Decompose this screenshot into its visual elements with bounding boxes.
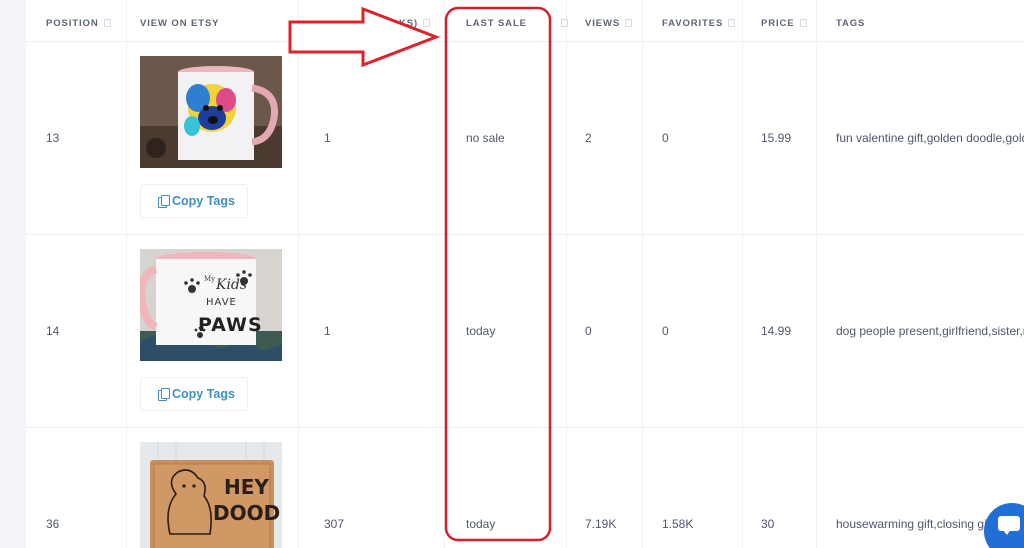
column-header-position[interactable]: POSITION <box>46 18 111 29</box>
mug-kids-paws-image: My Kids HAVE PAWS <box>140 249 282 361</box>
copy-icon <box>158 388 170 401</box>
sort-icon[interactable] <box>423 19 431 27</box>
price-cell: 30 <box>761 517 775 531</box>
column-header-tags: TAGS <box>836 18 866 29</box>
chat-bubble-icon <box>998 516 1020 535</box>
partial-column-cell: 307 <box>324 517 345 531</box>
column-header-favorites[interactable]: FAVORITES <box>662 18 736 29</box>
partial-column-cell: 1 <box>324 131 331 145</box>
views-cell: 7.19K <box>585 517 617 531</box>
position-cell: 14 <box>46 324 60 338</box>
image-text: DOOD <box>213 501 280 525</box>
listing-thumbnail[interactable]: My Kids HAVE PAWS <box>140 249 282 361</box>
table-header: POSITION VIEW ON ETSY KS) LAST SALE VIEW… <box>26 0 1024 42</box>
page-gutter <box>0 0 26 548</box>
image-text: PAWS <box>198 314 263 336</box>
table-row: 14 My Kids HAVE PAWS Copy Tags 1 today 0… <box>26 235 1024 428</box>
table-row: 36 HEY DOOD 307 today 7.19K 1.58K 30 hou… <box>26 428 1024 548</box>
last-sale-cell: no sale <box>466 131 505 145</box>
table-row: 13 Copy Tags 1 no sale 2 0 15.99 fun val… <box>26 42 1024 235</box>
column-header-price[interactable]: PRICE <box>761 18 807 29</box>
views-cell: 0 <box>585 324 592 338</box>
last-sale-cell: today <box>466 324 496 338</box>
image-text: My <box>204 275 215 283</box>
views-cell: 2 <box>585 131 592 145</box>
tags-cell: housewarming gift,closing gift <box>836 517 994 531</box>
sort-icon[interactable] <box>560 19 568 27</box>
listing-thumbnail[interactable] <box>140 56 282 168</box>
image-text: HEY <box>224 475 269 499</box>
favorites-cell: 0 <box>662 324 669 338</box>
sort-icon[interactable] <box>728 19 736 27</box>
position-cell: 13 <box>46 131 60 145</box>
partial-column-cell: 1 <box>324 324 331 338</box>
favorites-cell: 1.58K <box>662 517 694 531</box>
sort-icon[interactable] <box>103 19 111 27</box>
copy-tags-button[interactable]: Copy Tags <box>140 184 248 218</box>
image-text: HAVE <box>206 297 237 308</box>
doormat-dood-image: HEY DOOD <box>140 442 282 548</box>
mug-doodle-image <box>140 56 282 168</box>
column-header-views[interactable]: VIEWS <box>585 18 633 29</box>
column-header-last-sale[interactable]: LAST SALE <box>466 18 568 29</box>
listings-table: POSITION VIEW ON ETSY KS) LAST SALE VIEW… <box>26 0 1024 548</box>
tags-cell: fun valentine gift,golden doodle,golde <box>836 131 1024 145</box>
price-cell: 15.99 <box>761 131 792 145</box>
copy-tags-button[interactable]: Copy Tags <box>140 377 248 411</box>
column-header-view-on-etsy: VIEW ON ETSY <box>140 18 220 29</box>
column-header-partial[interactable]: KS) <box>399 18 431 29</box>
price-cell: 14.99 <box>761 324 792 338</box>
favorites-cell: 0 <box>662 131 669 145</box>
sort-icon[interactable] <box>799 19 807 27</box>
tags-cell: dog people present,girlfriend,sister,m <box>836 324 1024 338</box>
image-text: Kids <box>215 277 247 293</box>
position-cell: 36 <box>46 517 60 531</box>
listing-thumbnail[interactable]: HEY DOOD <box>140 442 282 548</box>
last-sale-cell: today <box>466 517 496 531</box>
sort-icon[interactable] <box>625 19 633 27</box>
copy-icon <box>158 195 170 208</box>
